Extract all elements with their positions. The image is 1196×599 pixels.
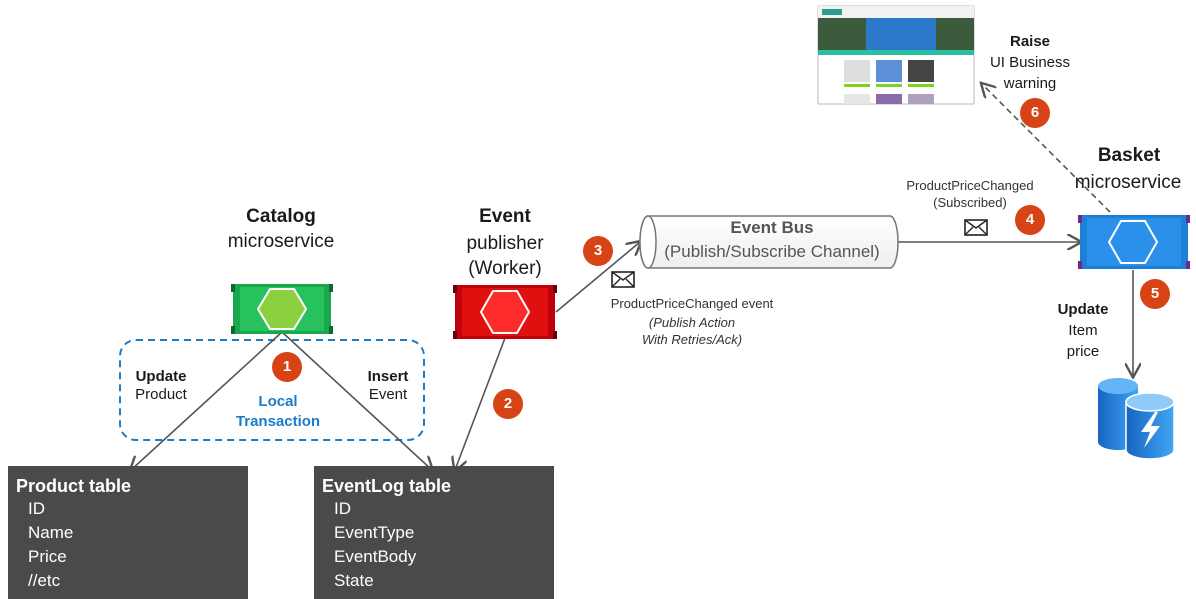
raise-bold: Raise — [1009, 33, 1051, 50]
envelope-icon — [611, 271, 635, 288]
publish-action-label: (Publish Action — [648, 315, 736, 330]
eventlog-field-id: ID — [334, 499, 351, 518]
raise-line2: UI Business — [989, 54, 1071, 71]
publisher-line3: (Worker) — [468, 258, 542, 279]
update-product-text: Product — [135, 386, 187, 403]
ppc-event-label: ProductPriceChanged event — [610, 296, 774, 311]
step-badge-5: 5 — [1140, 279, 1170, 309]
webpage-screenshot-icon — [817, 5, 975, 105]
step-badge-6: 6 — [1020, 98, 1050, 128]
database-icon — [1098, 378, 1175, 460]
step-badge-1: 1 — [272, 352, 302, 382]
basket-title: Basket — [1097, 145, 1161, 166]
product-field-id: ID — [28, 499, 45, 518]
envelope-icon — [964, 219, 988, 236]
step-badge-4: 4 — [1015, 205, 1045, 235]
catalog-subtitle: microservice — [227, 231, 335, 252]
product-table-title: Product table — [16, 476, 132, 496]
eventlog-table-title: EventLog table — [322, 476, 452, 496]
event-bus-subtitle: (Publish/Subscribe Channel) — [664, 242, 880, 261]
eventlog-field-eventbody: EventBody — [334, 547, 417, 566]
local-transaction-line1: Local — [258, 393, 298, 410]
basket-subtitle: microservice — [1074, 172, 1182, 193]
product-field-etc: //etc — [28, 571, 61, 590]
product-table: Product table ID Name Price //etc — [8, 466, 248, 599]
ppc-subscribed-label: ProductPriceChanged — [906, 178, 1034, 193]
catalog-title: Catalog — [246, 206, 316, 227]
product-field-price: Price — [28, 547, 67, 566]
eventlog-field-eventtype: EventType — [334, 523, 415, 542]
update-product-bold: Update — [135, 368, 187, 385]
update-item-line3: price — [1066, 343, 1100, 360]
update-item-bold: Update — [1057, 301, 1109, 318]
update-item-line2: Item — [1068, 322, 1098, 339]
product-field-name: Name — [28, 523, 74, 542]
eventlog-table: EventLog table ID EventType EventBody St… — [314, 466, 554, 599]
insert-event-text: Event — [368, 386, 408, 403]
step-badge-2: 2 — [493, 389, 523, 419]
step-badge-3: 3 — [583, 236, 613, 266]
local-transaction-line2: Transaction — [235, 413, 321, 430]
with-retries-label: With Retries/Ack) — [641, 332, 743, 347]
basket-service-icon — [1078, 215, 1190, 269]
catalog-service-icon — [231, 284, 333, 334]
publisher-title: Event — [479, 206, 531, 227]
eventlog-field-state: State — [334, 571, 374, 590]
insert-event-bold: Insert — [367, 368, 409, 385]
event-bus-title: Event Bus — [730, 218, 814, 237]
publisher-service-icon — [453, 285, 557, 339]
publisher-line2: publisher — [466, 233, 544, 254]
raise-line3: warning — [1003, 75, 1057, 92]
